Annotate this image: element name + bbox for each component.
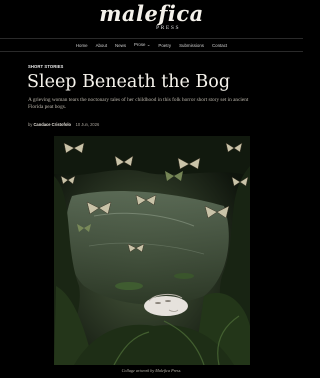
author-link[interactable]: Candace Cristofolo	[33, 122, 71, 127]
site-header: malefica PRESS	[0, 0, 303, 38]
nav-item-about[interactable]: About	[96, 43, 107, 48]
byline-prefix: by	[28, 122, 33, 127]
featured-artwork-illustration	[54, 136, 250, 365]
nav-item-news[interactable]: News	[115, 43, 126, 48]
nav-item-prose[interactable]: Prose ⌄	[134, 42, 150, 48]
nav-item-contact[interactable]: Contact	[212, 43, 227, 48]
article-byline: by Candace Cristofolo 10 Jun, 2026	[28, 122, 99, 127]
article-category[interactable]: SHORT STORIES	[28, 64, 63, 69]
featured-artwork	[54, 136, 250, 365]
article-title: Sleep Beneath the Bog	[27, 72, 231, 92]
article-deck: A grieving woman tears the noctonary tal…	[28, 97, 249, 110]
site-logo-sub: PRESS	[156, 25, 181, 31]
nav-item-poetry[interactable]: Poetry	[158, 43, 171, 48]
site-logo[interactable]: malefica	[0, 3, 303, 25]
artwork-caption: Collage artwork by Malefica Press.	[121, 368, 182, 373]
nav-item-home[interactable]: Home	[76, 43, 88, 48]
main-nav: Home About News Prose ⌄ Poetry Submissio…	[0, 38, 303, 52]
nav-item-submissions[interactable]: Submissions	[179, 43, 204, 48]
article-date: 10 Jun, 2026	[75, 122, 100, 127]
byline-gap	[72, 122, 74, 127]
